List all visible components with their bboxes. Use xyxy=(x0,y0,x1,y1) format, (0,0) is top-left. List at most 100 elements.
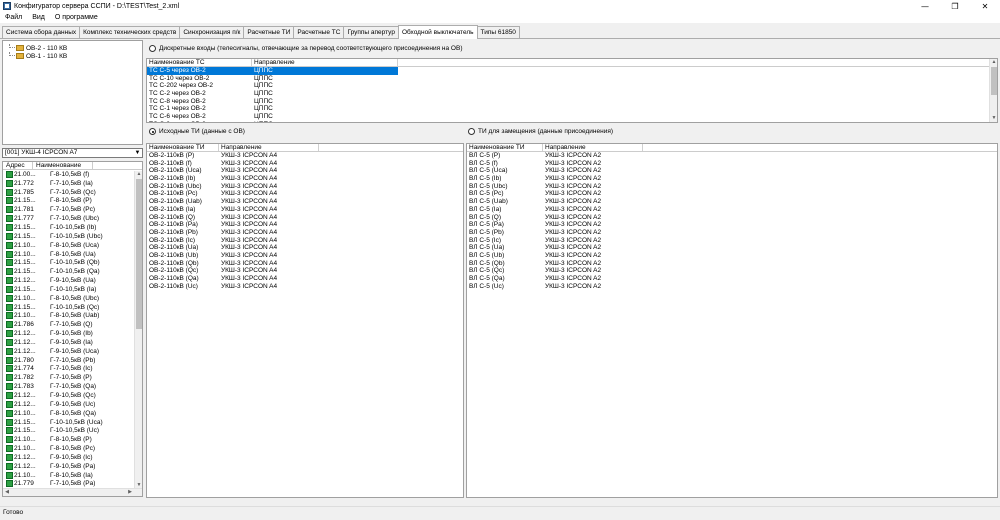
table-row[interactable]: ОВ-2-110кВ (Uab) УКШ-3 ICPCON A4 xyxy=(147,198,463,206)
tab-calc-ti[interactable]: Расчетные ТИ xyxy=(243,26,295,38)
discrete-inputs-option[interactable]: Дискретные входы (телесигналы, отвечающи… xyxy=(149,45,463,52)
scroll-thumb[interactable] xyxy=(991,67,997,95)
minimize-button[interactable]: — xyxy=(910,0,940,12)
table-row[interactable]: ВЛ С-5 (Uab) УКШ-3 ICPCON A2 xyxy=(467,198,997,206)
list-item[interactable]: 21.772 Г-7-10,5кВ (Ia) xyxy=(3,179,142,188)
tab-sync[interactable]: Синхронизация п/к xyxy=(179,26,245,38)
replace-ti-radio[interactable] xyxy=(468,128,475,135)
tab-bypass-switch[interactable]: Обходной выключатель xyxy=(397,25,478,39)
menu-about[interactable]: О программе xyxy=(50,14,103,21)
tab-data-collection[interactable]: Система сбора данных xyxy=(2,26,81,38)
col-ti-name[interactable]: Наименование ТИ xyxy=(467,144,543,151)
table-row[interactable]: ТС С-202 через ОВ-2 ЦППС xyxy=(147,82,997,90)
col-ti-name[interactable]: Наименование ТИ xyxy=(147,144,219,151)
table-row[interactable]: ТС С-9 через ОВ-2ЦППС xyxy=(147,121,997,122)
tab-types-61850[interactable]: Типы 61850 xyxy=(476,26,520,38)
list-item[interactable]: 21.783 Г-7-10,5кВ (Qa) xyxy=(3,382,142,391)
list-item[interactable]: 21.15... Г-10-10,5кВ (Ib) xyxy=(3,223,142,232)
list-item[interactable]: 21.774 Г-7-10,5кВ (Ic) xyxy=(3,365,142,374)
col-ti-direction[interactable]: Направление xyxy=(543,144,643,151)
col-ts-direction[interactable]: Направление xyxy=(252,59,398,66)
list-item[interactable]: 21.782 Г-7-10,5кВ (P) xyxy=(3,373,142,382)
list-item[interactable]: 21.781 Г-7-10,5кВ (Pc) xyxy=(3,205,142,214)
table-row[interactable]: ВЛ С-5 (Pb) УКШ-3 ICPCON A2 xyxy=(467,229,997,237)
table-row[interactable]: ВЛ С-5 (f) УКШ-3 ICPCON A2 xyxy=(467,160,997,168)
tab-calc-ts[interactable]: Расчетные ТС xyxy=(293,26,345,38)
close-button[interactable]: ✕ xyxy=(970,0,1000,12)
table-row[interactable]: ВЛ С-5 (Ubc) УКШ-3 ICPCON A2 xyxy=(467,183,997,191)
scroll-up-icon[interactable]: ▲ xyxy=(990,59,997,66)
chevron-down-icon[interactable]: ▼ xyxy=(133,149,142,157)
scroll-thumb[interactable] xyxy=(136,179,142,329)
table-row[interactable]: ВЛ С-5 (Qb) УКШ-3 ICPCON A2 xyxy=(467,260,997,268)
table-row[interactable]: ОВ-2-110кВ (Uca) УКШ-3 ICPCON A4 xyxy=(147,167,463,175)
table-row[interactable]: ТС С-5 через ОВ-2 ЦППС xyxy=(147,67,398,75)
tab-aperture-groups[interactable]: Группы апертур xyxy=(343,26,399,38)
address-list-vscroll[interactable]: ▲ ▼ xyxy=(134,171,142,489)
table-row[interactable]: ОВ-2-110кВ (Pa) УКШ-3 ICPCON A4 xyxy=(147,221,463,229)
table-row[interactable]: ОВ-2-110кВ (Ia) УКШ-3 ICPCON A4 xyxy=(147,206,463,214)
table-row[interactable]: ВЛ С-5 (Qc) УКШ-3 ICPCON A2 xyxy=(467,267,997,275)
table-row[interactable]: ТС С-8 через ОВ-2 ЦППС xyxy=(147,98,997,106)
table-row[interactable]: ОВ-2-110кВ (Ub) УКШ-3 ICPCON A4 xyxy=(147,252,463,260)
list-item[interactable]: 21.12... Г-9-10,5кВ (Ib) xyxy=(3,329,142,338)
tree-item-ov1[interactable]: ОВ-1 - 110 КВ xyxy=(9,52,142,60)
scroll-left-icon[interactable]: ◀ xyxy=(3,489,11,496)
list-item[interactable]: 21.15... Г-10-10,5кВ (Qa) xyxy=(3,267,142,276)
address-list-hscroll[interactable]: ◀ ▶ xyxy=(3,488,142,496)
source-ti-option[interactable]: Исходные ТИ (данные с ОВ) xyxy=(149,128,245,135)
table-row[interactable]: ОВ-2-110кВ (Ib) УКШ-3 ICPCON A4 xyxy=(147,175,463,183)
table-row[interactable]: ВЛ С-5 (Uca) УКШ-3 ICPCON A2 xyxy=(467,167,997,175)
list-item[interactable]: 21.12... Г-9-10,5кВ (Uca) xyxy=(3,347,142,356)
ts-grid-vscroll[interactable]: ▲ ▼ xyxy=(989,59,997,122)
list-item[interactable]: 21.777 Г-7-10,5кВ (Ubc) xyxy=(3,214,142,223)
list-item[interactable]: 21.15... Г-10-10,5кВ (Uca) xyxy=(3,418,142,427)
list-item[interactable]: 21.10... Г-8-10,5кВ (Uab) xyxy=(3,312,142,321)
menu-view[interactable]: Вид xyxy=(27,14,50,21)
discrete-inputs-radio[interactable] xyxy=(149,45,156,52)
table-row[interactable]: ОВ-2-110кВ (Qb) УКШ-3 ICPCON A4 xyxy=(147,260,463,268)
table-row[interactable]: ОВ-2-110кВ (Pc) УКШ-3 ICPCON A4 xyxy=(147,190,463,198)
table-row[interactable]: ВЛ С-5 (Ua) УКШ-3 ICPCON A2 xyxy=(467,244,997,252)
list-item[interactable]: 21.12... Г-9-10,5кВ (Ic) xyxy=(3,453,142,462)
list-item[interactable]: 21.10... Г-8-10,5кВ (Ua) xyxy=(3,250,142,259)
replace-ti-option[interactable]: ТИ для замещения (данные присоединения) xyxy=(468,128,613,135)
list-item[interactable]: 21.10... Г-8-10,5кВ (Pc) xyxy=(3,444,142,453)
list-item[interactable]: 21.10... Г-8-10,5кВ (Ubc) xyxy=(3,294,142,303)
list-item[interactable]: 21.10... Г-8-10,5кВ (P) xyxy=(3,435,142,444)
maximize-button[interactable]: ❐ xyxy=(940,0,970,12)
list-item[interactable]: 21.15... Г-10-10,5кВ (Qb) xyxy=(3,258,142,267)
list-item[interactable]: 21.15... Г-8-10,5кВ (P) xyxy=(3,197,142,206)
table-row[interactable]: ВЛ С-5 (Pa) УКШ-3 ICPCON A2 xyxy=(467,221,997,229)
device-select[interactable]: [001] УКШ-4 ICPCON A7 ▼ xyxy=(2,148,143,158)
list-item[interactable]: 21.12... Г-9-10,5кВ (Qc) xyxy=(3,391,142,400)
list-item[interactable]: 21.12... Г-9-10,5кВ (Uc) xyxy=(3,400,142,409)
table-row[interactable]: ТС С-1 через ОВ-2 ЦППС xyxy=(147,105,997,113)
list-item[interactable]: 21.10... Г-8-10,5кВ (Qa) xyxy=(3,409,142,418)
list-item[interactable]: 21.15... Г-10-10,5кВ (Qc) xyxy=(3,303,142,312)
col-ts-name[interactable]: Наименование ТС xyxy=(147,59,252,66)
scroll-up-icon[interactable]: ▲ xyxy=(135,171,142,178)
table-row[interactable]: ОВ-2-110кВ (Ic) УКШ-3 ICPCON A4 xyxy=(147,237,463,245)
list-item[interactable]: 21.12... Г-9-10,5кВ (Ia) xyxy=(3,338,142,347)
list-item[interactable]: 21.12... Г-9-10,5кВ (Pa) xyxy=(3,462,142,471)
table-row[interactable]: ВЛ С-5 (Ub) УКШ-3 ICPCON A2 xyxy=(467,252,997,260)
list-item[interactable]: 21.786 Г-7-10,5кВ (Q) xyxy=(3,320,142,329)
table-row[interactable]: ОВ-2-110кВ (Qc) УКШ-3 ICPCON A4 xyxy=(147,267,463,275)
table-row[interactable]: ВЛ С-5 (Q) УКШ-3 ICPCON A2 xyxy=(467,214,997,222)
table-row[interactable]: ВЛ С-5 (Ia) УКШ-3 ICPCON A2 xyxy=(467,206,997,214)
table-row[interactable]: ОВ-2-110кВ (P) УКШ-3 ICPCON A4 xyxy=(147,152,463,160)
list-item[interactable]: 21.785 Г-7-10,5кВ (Qc) xyxy=(3,188,142,197)
list-item[interactable]: 21.10... Г-8-10,5кВ (Uca) xyxy=(3,241,142,250)
source-ti-radio[interactable] xyxy=(149,128,156,135)
col-address[interactable]: Адрес xyxy=(3,162,33,169)
col-ti-direction[interactable]: Направление xyxy=(219,144,319,151)
list-item[interactable]: 21.15... Г-10-10,5кВ (Uc) xyxy=(3,426,142,435)
table-row[interactable]: ВЛ С-5 (Qa) УКШ-3 ICPCON A2 xyxy=(467,275,997,283)
list-item[interactable]: 21.10... Г-8-10,5кВ (Ia) xyxy=(3,471,142,480)
table-row[interactable]: ОВ-2-110кВ (Q) УКШ-3 ICPCON A4 xyxy=(147,214,463,222)
scroll-down-icon[interactable]: ▼ xyxy=(990,115,997,122)
table-row[interactable]: ВЛ С-5 (Uc) УКШ-3 ICPCON A2 xyxy=(467,283,997,291)
table-row[interactable]: ОВ-2-110кВ (Ubc) УКШ-3 ICPCON A4 xyxy=(147,183,463,191)
table-row[interactable]: ТС С-6 через ОВ-2 ЦППС xyxy=(147,113,997,121)
